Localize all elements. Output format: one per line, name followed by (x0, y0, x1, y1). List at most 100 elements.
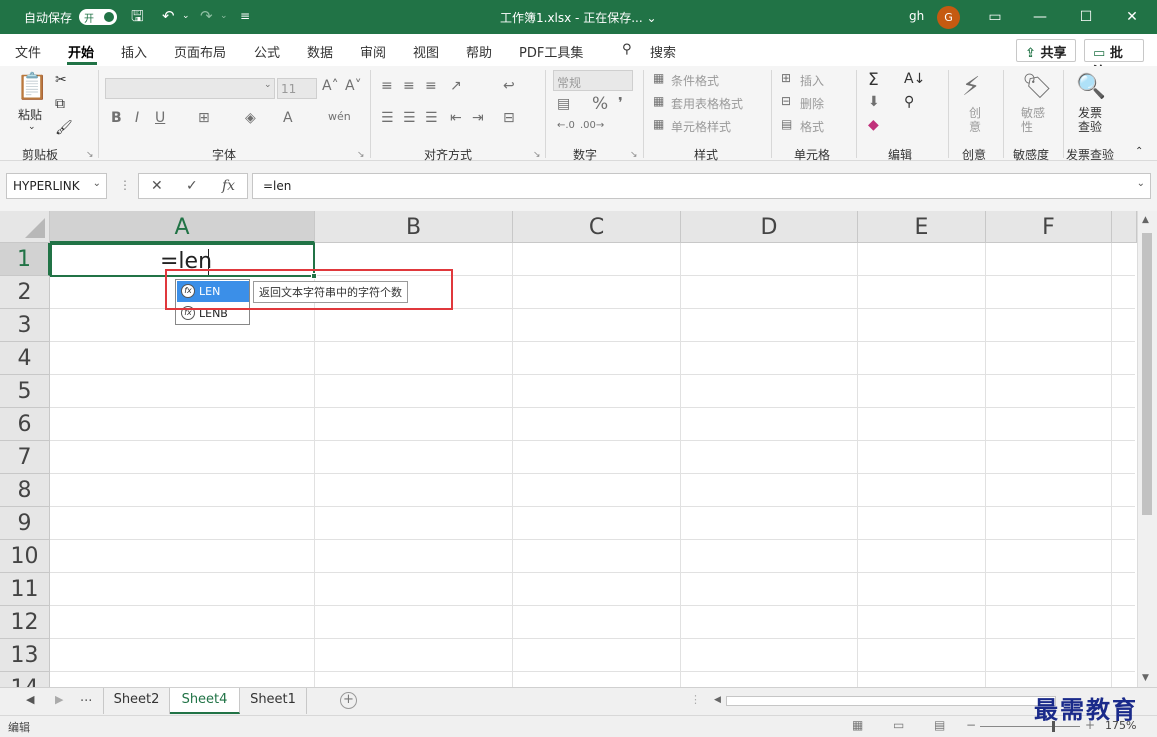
undo-icon[interactable]: ↶ (162, 7, 175, 25)
autosave-toggle[interactable]: 开 (79, 9, 117, 25)
sensitivity-label[interactable]: 敏感 性 (1021, 106, 1045, 134)
sheet-tab-sheet4[interactable]: Sheet4 (170, 688, 240, 714)
accounting-icon[interactable]: ▤ (557, 96, 570, 112)
tab-file[interactable]: 文件 (15, 42, 41, 61)
number-launcher-icon[interactable]: ↘ (630, 150, 638, 160)
add-sheet-button[interactable]: + (340, 692, 357, 709)
format-as-table-label[interactable]: 套用表格格式 (671, 95, 743, 112)
document-title[interactable]: 工作簿1.xlsx - 正在保存... ⌄ (500, 9, 657, 26)
alignment-launcher-icon[interactable]: ↘ (533, 150, 541, 160)
column-header-b[interactable]: B (315, 211, 513, 243)
normal-view-icon[interactable]: ▦ (852, 718, 863, 732)
formula-input[interactable]: =len ⌄ (252, 173, 1151, 199)
row-header-1[interactable]: 1 (0, 243, 50, 276)
redo-dropdown-icon[interactable]: ⌄ (220, 7, 228, 25)
paste-label[interactable]: 粘贴 (18, 106, 42, 123)
paste-dropdown-icon[interactable]: ⌄ (28, 122, 36, 132)
search-icon[interactable]: ⚲ (622, 42, 632, 57)
align-bottom-icon[interactable]: ≡ (425, 78, 437, 94)
decrease-font-icon[interactable]: A˅ (345, 78, 362, 94)
increase-indent-icon[interactable]: ⇥ (472, 110, 484, 126)
percent-icon[interactable]: % (592, 94, 608, 114)
sensitivity-icon[interactable]: 🏷 (1022, 72, 1052, 100)
borders-icon[interactable]: ⊞ (198, 110, 210, 126)
sheet-tab-sheet1[interactable]: Sheet1 (240, 688, 307, 714)
formula-bar-handle-icon[interactable]: ⋮ (119, 178, 131, 192)
align-middle-icon[interactable]: ≡ (403, 78, 415, 94)
column-header-c[interactable]: C (513, 211, 681, 243)
align-center-icon[interactable]: ☰ (403, 110, 416, 126)
lightning-icon[interactable]: ⚡ (962, 72, 980, 102)
row-header-3[interactable]: 3 (0, 309, 50, 342)
increase-font-icon[interactable]: A˄ (322, 78, 339, 94)
format-as-table-icon[interactable]: ▦ (653, 94, 664, 108)
column-header-a[interactable]: A (50, 211, 315, 243)
row-header-9[interactable]: 9 (0, 507, 50, 540)
tab-split-handle-icon[interactable]: ⋮ (690, 693, 701, 706)
font-name-select[interactable] (105, 78, 275, 99)
comments-button[interactable]: ▭ 批注 (1084, 39, 1144, 80)
vertical-scroll-thumb[interactable] (1142, 233, 1152, 515)
close-icon[interactable]: ✕ (1112, 5, 1152, 29)
find-select-icon[interactable]: ⚲ (904, 94, 914, 110)
cut-icon[interactable]: ✂ (55, 72, 67, 88)
column-header-f[interactable]: F (986, 211, 1112, 243)
name-box[interactable]: HYPERLINK ⌄ (6, 173, 107, 199)
ribbon-display-icon[interactable]: ▭ (975, 5, 1015, 29)
zoom-slider[interactable] (980, 726, 1080, 727)
zoom-out-icon[interactable]: − (966, 718, 976, 732)
paste-icon[interactable]: 📋 (16, 72, 48, 102)
undo-dropdown-icon[interactable]: ⌄ (182, 7, 190, 25)
scroll-left-icon[interactable]: ◀ (714, 695, 721, 705)
fill-icon[interactable]: ⬇ (868, 94, 880, 110)
redo-icon[interactable]: ↷ (200, 7, 213, 25)
tab-home[interactable]: 开始 (68, 42, 94, 61)
font-size-select[interactable]: 11 (277, 78, 317, 99)
font-name-dropdown-icon[interactable]: ⌄ (264, 80, 272, 90)
cancel-icon[interactable]: ✕ (151, 178, 163, 194)
tab-formulas[interactable]: 公式 (254, 42, 280, 61)
invoice-check-label[interactable]: 发票 查验 (1078, 106, 1102, 134)
search-label[interactable]: 搜索 (650, 42, 676, 61)
row-header-6[interactable]: 6 (0, 408, 50, 441)
decrease-indent-icon[interactable]: ⇤ (450, 110, 462, 126)
row-header-4[interactable]: 4 (0, 342, 50, 375)
prev-sheet-icon[interactable]: ◀ (26, 693, 34, 706)
italic-icon[interactable]: I (135, 110, 139, 126)
format-cells-icon[interactable]: ▤ (781, 117, 792, 131)
sheet-tab-sheet2[interactable]: Sheet2 (103, 688, 170, 714)
next-sheet-icon[interactable]: ▶ (55, 693, 63, 706)
customize-qat-icon[interactable]: ≡ (240, 7, 250, 25)
column-header-e[interactable]: E (858, 211, 986, 243)
invoice-check-icon[interactable]: 🔍 (1076, 72, 1106, 100)
comma-style-icon[interactable]: ❜ (618, 94, 623, 112)
maximize-icon[interactable]: ☐ (1066, 5, 1106, 29)
row-header-8[interactable]: 8 (0, 474, 50, 507)
font-color-icon[interactable]: A (283, 110, 293, 126)
tab-view[interactable]: 视图 (413, 42, 439, 61)
tab-help[interactable]: 帮助 (466, 42, 492, 61)
collapse-ribbon-icon[interactable]: ⌃ (1135, 146, 1143, 157)
increase-decimal-icon[interactable]: ←.0 (557, 120, 575, 131)
bold-icon[interactable]: B (111, 110, 122, 126)
page-layout-view-icon[interactable]: ▭ (893, 718, 904, 732)
user-name[interactable]: gh (909, 9, 924, 23)
row-header-5[interactable]: 5 (0, 375, 50, 408)
font-launcher-icon[interactable]: ↘ (357, 150, 365, 160)
align-right-icon[interactable]: ☰ (425, 110, 438, 126)
wrap-text-icon[interactable]: ↩ (503, 78, 515, 94)
row-header-12[interactable]: 12 (0, 606, 50, 639)
expand-formula-icon[interactable]: ⌄ (1137, 178, 1145, 189)
underline-icon[interactable]: U (155, 110, 165, 126)
row-header-7[interactable]: 7 (0, 441, 50, 474)
conditional-format-icon[interactable]: ▦ (653, 71, 664, 85)
creative-label[interactable]: 创 意 (969, 106, 981, 134)
tab-review[interactable]: 审阅 (360, 42, 386, 61)
tab-pdf-tools[interactable]: PDF工具集 (519, 42, 583, 61)
avatar[interactable]: G (937, 6, 960, 29)
delete-cells-label[interactable]: 删除 (800, 95, 824, 112)
clear-icon[interactable]: ◆ (868, 117, 879, 133)
tab-page-layout[interactable]: 页面布局 (174, 42, 226, 61)
page-break-view-icon[interactable]: ▤ (934, 718, 945, 732)
cell-styles-label[interactable]: 单元格样式 (671, 118, 731, 135)
